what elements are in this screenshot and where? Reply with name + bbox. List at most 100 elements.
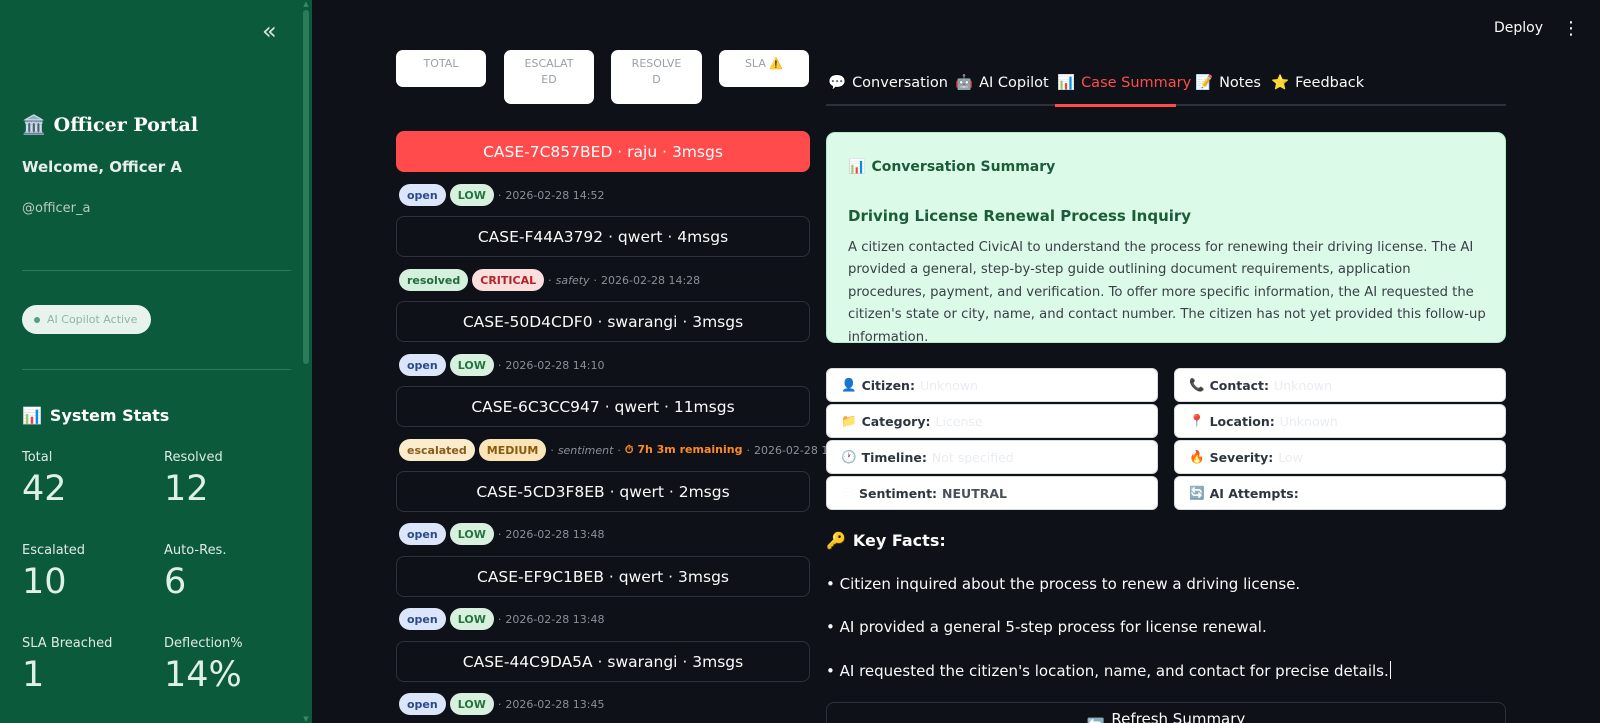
tab-label: Case Summary: [1081, 74, 1192, 91]
status-badge: open: [399, 608, 446, 630]
case-button[interactable]: CASE-F44A3792 · qwert · 4msgs: [396, 216, 810, 257]
stat-label: Escalated: [22, 543, 86, 558]
field-value: Not specified: [931, 449, 1014, 465]
stat-label: Auto-Res.: [164, 543, 227, 558]
tab-label: Feedback: [1295, 74, 1365, 91]
key-fact: • AI provided a general 5-step process f…: [826, 618, 1267, 636]
sidebar-scrollbar[interactable]: ▲ ▼: [302, 0, 310, 723]
field-key: AI Attempts:: [1209, 485, 1299, 501]
status-badge: escalated: [399, 439, 475, 461]
bar-chart-icon: 📊: [848, 159, 866, 175]
case-timestamp: 2026-02-28 14:10: [505, 358, 605, 372]
tab-notes[interactable]: 📝 Notes: [1195, 74, 1261, 92]
key-fact-text: • AI requested the citizen's location, n…: [826, 662, 1389, 680]
refresh-summary-button[interactable]: 🔄 Refresh Summary: [826, 702, 1506, 723]
stat-resolved: Resolved 12: [164, 450, 294, 509]
field-timeline: 🕐 Timeline: Not specified: [826, 440, 1158, 474]
status-badge: open: [399, 354, 446, 376]
stat-label: SLA Breached: [22, 636, 113, 651]
severity-badge: LOW: [449, 184, 494, 206]
fire-icon: 🔥: [1189, 449, 1205, 464]
metric-escalated-label-2: ED: [541, 73, 557, 86]
status-dot-icon: [34, 316, 40, 323]
refresh-icon: 🔄: [1189, 485, 1205, 500]
field-key: Contact:: [1209, 377, 1270, 393]
key-icon: 🔑: [826, 531, 846, 550]
summary-title: Driving License Renewal Process Inquiry: [848, 207, 1192, 225]
phone-icon: 📞: [1189, 377, 1205, 392]
pin-icon: 📍: [1189, 413, 1205, 428]
stat-value: 42: [22, 469, 67, 509]
tab-feedback[interactable]: ⭐ Feedback: [1271, 74, 1365, 92]
stat-label: Total: [22, 450, 53, 465]
copilot-status-badge: AI Copilot Active: [22, 305, 152, 334]
case-button[interactable]: CASE-EF9C1BEB · qwert · 3msgs: [396, 556, 810, 597]
metric-sla-label: SLA ⚠️: [744, 57, 784, 70]
severity-badge: LOW: [449, 354, 494, 376]
status-badge: resolved: [399, 269, 469, 291]
field-severity: 🔥 Severity: Low: [1174, 440, 1506, 474]
copilot-status-label: AI Copilot Active: [47, 313, 138, 326]
status-badge: open: [399, 523, 446, 545]
stat-label: Deflection%: [164, 636, 243, 651]
stat-escalated: Escalated 10: [22, 543, 152, 602]
star-icon: ⭐: [1271, 75, 1290, 91]
refresh-summary-label: Refresh Summary: [1111, 710, 1246, 723]
case-button[interactable]: CASE-5CD3F8EB · qwert · 2msgs: [396, 471, 810, 512]
case-meta: escalated MEDIUM · sentiment · ⏱ 7h 3m rem…: [399, 439, 853, 461]
tab-conversation[interactable]: 💬 Conversation: [828, 74, 948, 92]
case-button[interactable]: CASE-50D4CDF0 · swarangi · 3msgs: [396, 301, 810, 342]
field-value: Unknown: [919, 377, 978, 393]
sidebar: « 🏛️ Officer Portal Welcome, Officer A @…: [0, 0, 312, 723]
text-cursor: [1389, 661, 1391, 679]
more-options-icon[interactable]: ⋮: [1562, 18, 1580, 39]
case-meta: open LOW · 2026-02-28 13:48: [399, 608, 604, 630]
key-fact: • AI requested the citizen's location, n…: [826, 661, 1391, 680]
collapse-sidebar-icon[interactable]: «: [262, 17, 277, 45]
case-topic: sentiment: [557, 443, 614, 457]
memo-icon: 📝: [1195, 75, 1214, 91]
tab-case-summary[interactable]: 📊 Case Summary: [1057, 74, 1192, 92]
divider: [22, 270, 291, 271]
field-category: 📁 Category: License: [826, 404, 1158, 438]
case-timestamp: 2026-02-28 14:28: [601, 273, 701, 287]
case-button[interactable]: CASE-6C3CC947 · qwert · 11msgs: [396, 386, 810, 427]
field-key: Severity:: [1209, 449, 1274, 465]
field-value: License: [935, 413, 983, 429]
scrollbar-thumb[interactable]: [303, 10, 309, 364]
status-badge: open: [399, 693, 446, 715]
bank-icon: 🏛️: [22, 114, 46, 136]
bar-chart-icon: 📊: [1057, 75, 1076, 91]
divider: [22, 369, 291, 370]
tab-ai-copilot[interactable]: 🤖 AI Copilot: [955, 74, 1049, 92]
case-button[interactable]: CASE-44C9DA5A · swarangi · 3msgs: [396, 641, 810, 682]
bar-chart-icon: 📊: [22, 406, 42, 425]
speech-bubble-icon: 💬: [828, 75, 847, 91]
case-meta: open LOW · 2026-02-28 13:48: [399, 523, 604, 545]
metric-escalated: ESCALAT ED: [504, 50, 594, 104]
system-stats-title: System Stats: [49, 406, 170, 425]
scroll-up-icon[interactable]: ▲: [302, 0, 310, 8]
scroll-down-icon[interactable]: ▼: [302, 715, 310, 723]
summary-heading: 📊 Conversation Summary: [848, 159, 1055, 175]
summary-body: A citizen contacted CivicAI to understan…: [848, 240, 1486, 345]
severity-badge: LOW: [449, 693, 494, 715]
case-meta: open LOW · 2026-02-28 13:45: [399, 693, 604, 715]
portal-title-text: Officer Portal: [53, 113, 199, 136]
field-value: Unknown: [1279, 413, 1338, 429]
case-timestamp: 2026-02-28 14:52: [505, 188, 605, 202]
stat-label: Resolved: [164, 450, 223, 465]
severity-badge: CRITICAL: [472, 269, 545, 291]
case-timestamp: 2026-02-28 13:48: [505, 527, 605, 541]
officer-handle: @officer_a: [22, 201, 91, 216]
field-key: Sentiment:: [859, 485, 938, 501]
sla-timer: ⏱ 7h 3m remaining: [624, 443, 743, 456]
case-meta: open LOW · 2026-02-28 14:52: [399, 184, 604, 206]
welcome-text: Welcome, Officer A: [22, 158, 183, 176]
case-meta: open LOW · 2026-02-28 14:10: [399, 354, 604, 376]
portal-title: 🏛️ Officer Portal: [22, 113, 199, 137]
robot-icon: 🤖: [955, 75, 974, 91]
summary-heading-text: Conversation Summary: [871, 159, 1056, 175]
deploy-button[interactable]: Deploy: [1494, 20, 1543, 36]
case-button[interactable]: CASE-7C857BED · raju · 3msgs: [396, 131, 810, 172]
